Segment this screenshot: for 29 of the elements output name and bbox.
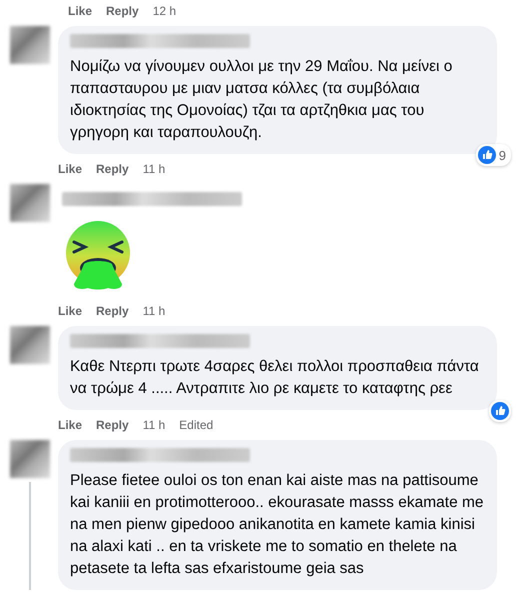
comment-action-link[interactable]: Like — [58, 162, 82, 176]
timestamp[interactable]: 12 h — [152, 4, 176, 18]
blurred-avatar[interactable] — [10, 26, 50, 64]
timestamp[interactable]: 11 h — [142, 162, 166, 176]
blurred-name[interactable] — [62, 192, 242, 206]
comment-text: Νομίζω να γίνουμεν ουλλοι με την 29 Μαΐου. Να μείνει ο παπασταυρου με μιαν ματσα κόλλες (τα συμβόλαια ιδιοκτησίας της Ομονοίας) τζαι τα αρτζηθκια μας του γρηγορη και ταραπουλουζη. — [70, 57, 454, 143]
edited-label: Edited — [179, 418, 214, 432]
timestamp[interactable]: 11 h — [142, 418, 166, 432]
blurred-name[interactable] — [70, 334, 250, 348]
reaction-count: 9 — [498, 148, 507, 162]
blurred-avatar[interactable] — [10, 184, 50, 222]
like-reaction-badge[interactable] — [489, 400, 511, 422]
comment-action-link[interactable]: Like — [58, 304, 82, 318]
comment-text: Καθε Ντερπι τρωτε 4σαρες θελει πολλοι προσπαθεια πάντα να τρώμε 4 ..... Αντραπιτε λιο ρε καμετε το καταφτης ρεε — [70, 357, 480, 399]
comment-action-link[interactable]: Like — [58, 418, 82, 432]
comment-action-link[interactable]: Reply — [96, 304, 129, 318]
timestamp[interactable]: 11 h — [142, 304, 166, 318]
blurred-avatar[interactable] — [10, 440, 50, 478]
comment-action-link[interactable]: Reply — [96, 162, 129, 176]
blurred-name[interactable] — [70, 448, 250, 462]
comment-text: Please fietee ouloi os ton enan kai aiste mas na pattisoume kai kaniii en protimotterooo.. ekourasate masss ekamate me na men pienw gipedooo anikanotita en kamete kamia kinisi na alaxi kati .. en ta vriskete me to somatio en thelete na petasete ta lefta sas efxaristoume geia sas — [70, 471, 485, 579]
comment-action-link[interactable]: Reply — [96, 418, 129, 432]
like-reaction-badge[interactable]: 9 — [476, 144, 511, 166]
like-thumb-icon — [491, 402, 509, 420]
comment-action-link[interactable]: Reply — [106, 4, 139, 18]
comment-action-link[interactable]: Like — [68, 4, 92, 18]
blurred-name[interactable] — [70, 34, 250, 48]
like-thumb-icon — [478, 146, 496, 164]
blurred-avatar[interactable] — [10, 326, 50, 364]
